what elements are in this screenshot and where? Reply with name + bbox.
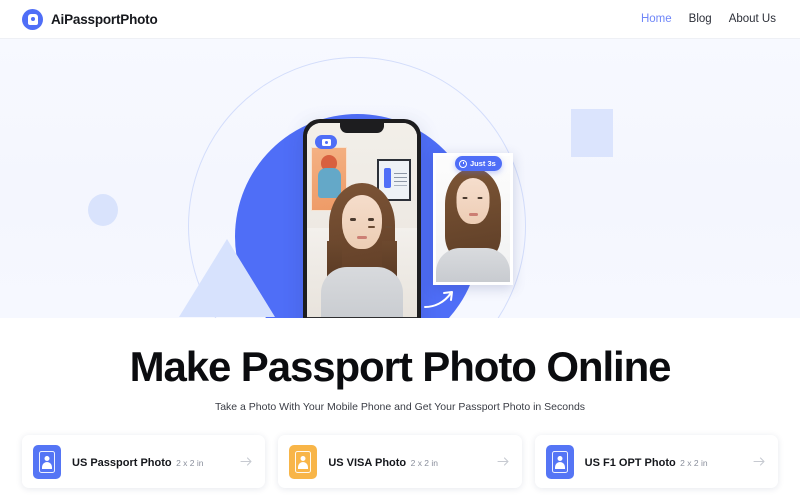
curved-arrow-icon [424,291,453,308]
card-size-label: 2 x 2 in [680,457,708,468]
visa-photo-icon [289,444,318,479]
status-badge-just-3s: Just 3s [455,156,502,171]
card-size-label: 2 x 2 in [176,457,204,468]
camera-control-bar [307,317,417,318]
arrow-right-icon[interactable] [753,455,766,468]
camera-circle-icon [22,8,43,30]
card-us-passport-photo[interactable]: US Passport Photo 2 x 2 in [22,435,266,488]
camera-subject-person [318,183,406,318]
brand-name: AiPassportPhoto [51,11,158,27]
passport-photo-icon [33,444,61,479]
nav-link-about-us[interactable]: About Us [729,13,776,25]
top-navigation-bar: AiPassportPhoto Home Blog About Us [0,0,800,39]
brand-logo[interactable]: AiPassportPhoto [22,8,158,30]
status-badge-label: Just 3s [470,158,496,168]
page-title: Make Passport Photo Online [129,343,672,390]
photo-type-card-list: US Passport Photo 2 x 2 in US VISA Photo… [0,413,800,488]
card-us-f1-opt-photo[interactable]: US F1 OPT Photo 2 x 2 in [534,435,778,488]
card-title: US VISA Photo [328,456,407,469]
card-title: US Passport Photo [72,456,172,469]
clock-icon [459,159,467,168]
page-subtitle: Take a Photo With Your Mobile Phone and … [214,401,586,413]
phone-screen [307,123,417,318]
phone-mockup [303,119,421,318]
arrow-right-icon[interactable] [497,455,510,468]
decorative-square-shape [571,109,613,157]
card-title: US F1 OPT Photo [584,456,676,469]
card-size-label: 2 x 2 in [410,457,439,468]
decorative-circle-shape [88,194,118,226]
card-us-visa-photo[interactable]: US VISA Photo 2 x 2 in [278,435,522,488]
f1-opt-photo-icon [545,444,574,479]
nav-links: Home Blog About Us [641,13,776,25]
headline-section: Make Passport Photo Online Take a Photo … [0,318,800,413]
arrow-right-icon[interactable] [240,455,253,468]
decorative-triangle-shape [179,239,275,317]
generated-passport-photo-card [433,153,513,285]
phone-notch [340,123,384,133]
generated-passport-photo [436,156,510,282]
camera-icon[interactable] [315,135,337,149]
hero-banner: Just 3s [0,39,800,318]
nav-link-blog[interactable]: Blog [689,13,712,25]
nav-link-home[interactable]: Home [641,13,672,25]
